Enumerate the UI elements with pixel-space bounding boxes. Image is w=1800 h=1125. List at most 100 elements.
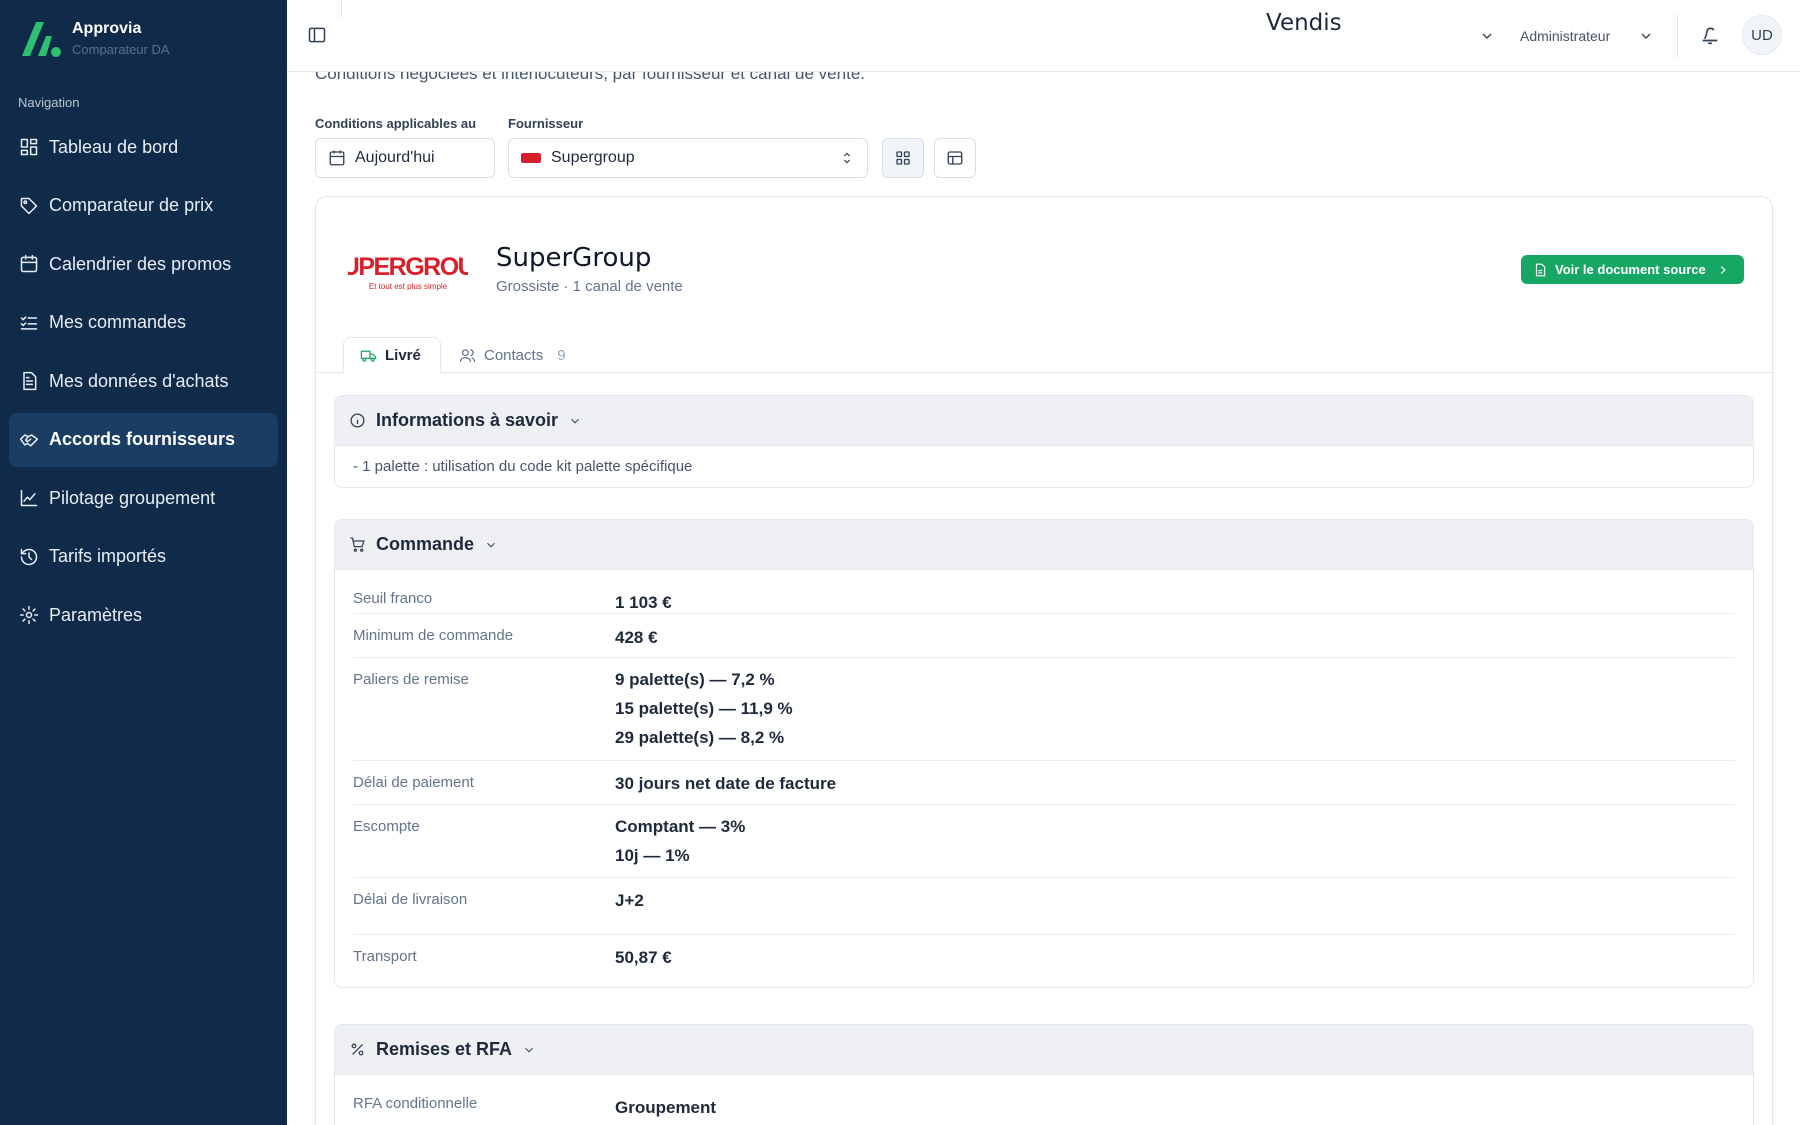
section-title: Informations à savoir bbox=[376, 410, 559, 430]
topbar-divider bbox=[1677, 14, 1678, 58]
organization-name[interactable]: Vendis bbox=[1266, 10, 1342, 36]
role-selector[interactable]: Administrateur bbox=[1520, 28, 1610, 44]
row-value: 50,87 € bbox=[615, 948, 672, 967]
nav-title: Navigation bbox=[18, 95, 80, 110]
row-label: Délai de paiement bbox=[353, 774, 474, 791]
brand-subtitle: Comparateur DA bbox=[72, 41, 170, 57]
sidebar-item-label: Tableau de bord bbox=[49, 136, 179, 157]
line-chart-icon bbox=[19, 488, 39, 508]
table-row: Délai de livraison J+2 bbox=[353, 878, 1735, 935]
document-icon bbox=[19, 371, 39, 391]
commande-section: Commande Seuil franco 1 103 € Minimum de… bbox=[334, 519, 1754, 988]
tab-livre[interactable]: Livré bbox=[343, 337, 441, 374]
supplier-thumbnail-icon bbox=[521, 153, 541, 163]
row-label: Paliers de remise bbox=[353, 671, 469, 688]
main-content: Conditions négociées et interlocuteurs, … bbox=[287, 72, 1800, 1125]
sidebar-item-label: Calendrier des promos bbox=[49, 253, 232, 274]
avatar[interactable]: UD bbox=[1742, 15, 1782, 55]
table-row: RFA conditionnelle Groupement bbox=[353, 1075, 1735, 1125]
sidebar-item-label: Tarifs importés bbox=[49, 546, 167, 566]
topbar-divider bbox=[341, 0, 342, 18]
brand-name: Approvia bbox=[72, 19, 142, 37]
row-label: Escompte bbox=[353, 818, 420, 835]
calendar-icon bbox=[19, 254, 39, 274]
sidebar-item-accords-fournisseurs[interactable]: Accords fournisseurs bbox=[9, 412, 278, 467]
row-label: Seuil franco bbox=[353, 590, 433, 607]
chevron-right-icon bbox=[1720, 265, 1726, 274]
info-section: Informations à savoir - 1 palette : util… bbox=[334, 395, 1754, 488]
brand[interactable]: Approvia Comparateur DA bbox=[18, 16, 170, 60]
supplier-select[interactable]: Supergroup bbox=[508, 138, 868, 178]
tab-contacts[interactable]: Contacts 9 bbox=[443, 337, 582, 373]
sidebar-item-pilotage[interactable]: Pilotage groupement bbox=[9, 471, 278, 525]
history-icon bbox=[19, 547, 39, 567]
grid-icon bbox=[896, 151, 910, 165]
sidebar-item-comparateur[interactable]: Comparateur de prix bbox=[9, 179, 278, 233]
approvia-logo-icon bbox=[22, 22, 61, 57]
table-row: Paliers de remise 9 palette(s) — 7,2 % 1… bbox=[353, 658, 1735, 761]
row-label: Délai de livraison bbox=[353, 891, 468, 908]
table-row: Délai de paiement 30 jours net date de f… bbox=[353, 761, 1735, 805]
sidebar-item-tableau-de-bord[interactable]: Tableau de bord bbox=[9, 120, 278, 174]
info-text: - 1 palette : utilisation du code kit pa… bbox=[353, 458, 693, 475]
row-value: 1 103 € bbox=[615, 593, 672, 612]
file-icon bbox=[1535, 263, 1546, 276]
section-title: Remises et RFA bbox=[376, 1039, 513, 1059]
table-icon bbox=[947, 151, 963, 165]
supplier-select-value: Supergroup bbox=[551, 149, 635, 166]
sidebar-item-donnees-achats[interactable]: Mes données d'achats bbox=[9, 354, 278, 408]
row-value: 428 € bbox=[615, 628, 658, 647]
section-title: Commande bbox=[376, 534, 475, 554]
truck-icon bbox=[360, 350, 377, 362]
sidebar-item-commandes[interactable]: Mes commandes bbox=[9, 296, 278, 350]
chevron-down-icon bbox=[487, 542, 495, 547]
supplier-filter-label: Fournisseur bbox=[508, 116, 584, 131]
row-label: RFA conditionnelle bbox=[353, 1095, 478, 1112]
remises-section-header[interactable]: Remises et RFA bbox=[335, 1025, 1753, 1075]
row-label: Transport bbox=[353, 948, 417, 965]
chevron-down-icon[interactable] bbox=[1638, 28, 1654, 44]
sidebar-item-label: Accords fournisseurs bbox=[49, 429, 236, 449]
sidebar: Approvia Comparateur DA Navigation Table… bbox=[0, 0, 287, 1125]
sidebar-item-label: Pilotage groupement bbox=[49, 487, 216, 508]
cart-icon bbox=[350, 537, 365, 552]
tag-icon bbox=[19, 196, 39, 216]
chevron-down-icon bbox=[525, 1047, 533, 1052]
table-row: Minimum de commande 428 € bbox=[353, 614, 1735, 658]
table-view-button[interactable] bbox=[934, 138, 976, 178]
topbar: Vendis Administrateur UD bbox=[287, 0, 1800, 72]
commande-section-header[interactable]: Commande bbox=[335, 520, 1753, 570]
chevron-down-icon bbox=[571, 418, 579, 423]
table-row: Seuil franco 1 103 € bbox=[353, 570, 1735, 614]
supplier-name: SuperGroup bbox=[496, 243, 652, 273]
calendar-icon bbox=[329, 150, 345, 166]
info-icon bbox=[350, 413, 365, 428]
sidebar-item-tarifs-importes[interactable]: Tarifs importés bbox=[9, 530, 278, 584]
page-subtitle: Conditions négociées et interlocuteurs, … bbox=[315, 72, 865, 83]
supplier-meta: Grossiste · 1 canal de vente bbox=[496, 278, 683, 295]
sidebar-toggle-icon[interactable] bbox=[307, 25, 329, 47]
tab-label: Livré bbox=[385, 347, 421, 364]
sidebar-item-calendrier[interactable]: Calendrier des promos bbox=[9, 237, 278, 291]
chevron-up-down-icon bbox=[839, 150, 855, 166]
table-row: Escompte Comptant — 3% 10j — 1% bbox=[353, 805, 1735, 878]
supplier-tabs: Livré Contacts 9 bbox=[316, 337, 1774, 374]
dashboard-icon bbox=[19, 137, 39, 157]
chevron-down-icon[interactable] bbox=[1479, 28, 1495, 44]
sidebar-item-label: Mes commandes bbox=[49, 312, 187, 332]
supplier-card: SUPERGROUP Et tout est plus simple Super… bbox=[315, 196, 1774, 1125]
bell-icon[interactable] bbox=[1699, 24, 1723, 48]
grid-view-button[interactable] bbox=[882, 138, 924, 178]
percent-icon bbox=[351, 1043, 364, 1056]
supplier-logo: SUPERGROUP Et tout est plus simple bbox=[327, 239, 492, 299]
sidebar-item-parametres[interactable]: Paramètres bbox=[9, 588, 278, 642]
row-value: 30 jours net date de facture bbox=[615, 774, 837, 793]
table-row: Transport 50,87 € bbox=[353, 935, 1735, 987]
sidebar-item-label: Paramètres bbox=[49, 604, 143, 625]
remises-section: Remises et RFA RFA conditionnelle Groupe… bbox=[334, 1024, 1754, 1125]
view-source-document-button[interactable]: Voir le document source bbox=[1521, 255, 1744, 284]
svg-text:Et tout est plus simple: Et tout est plus simple bbox=[369, 282, 448, 291]
info-section-header[interactable]: Informations à savoir bbox=[335, 396, 1753, 446]
row-value: Groupement bbox=[615, 1098, 717, 1117]
date-picker[interactable]: Aujourd'hui bbox=[315, 138, 495, 178]
